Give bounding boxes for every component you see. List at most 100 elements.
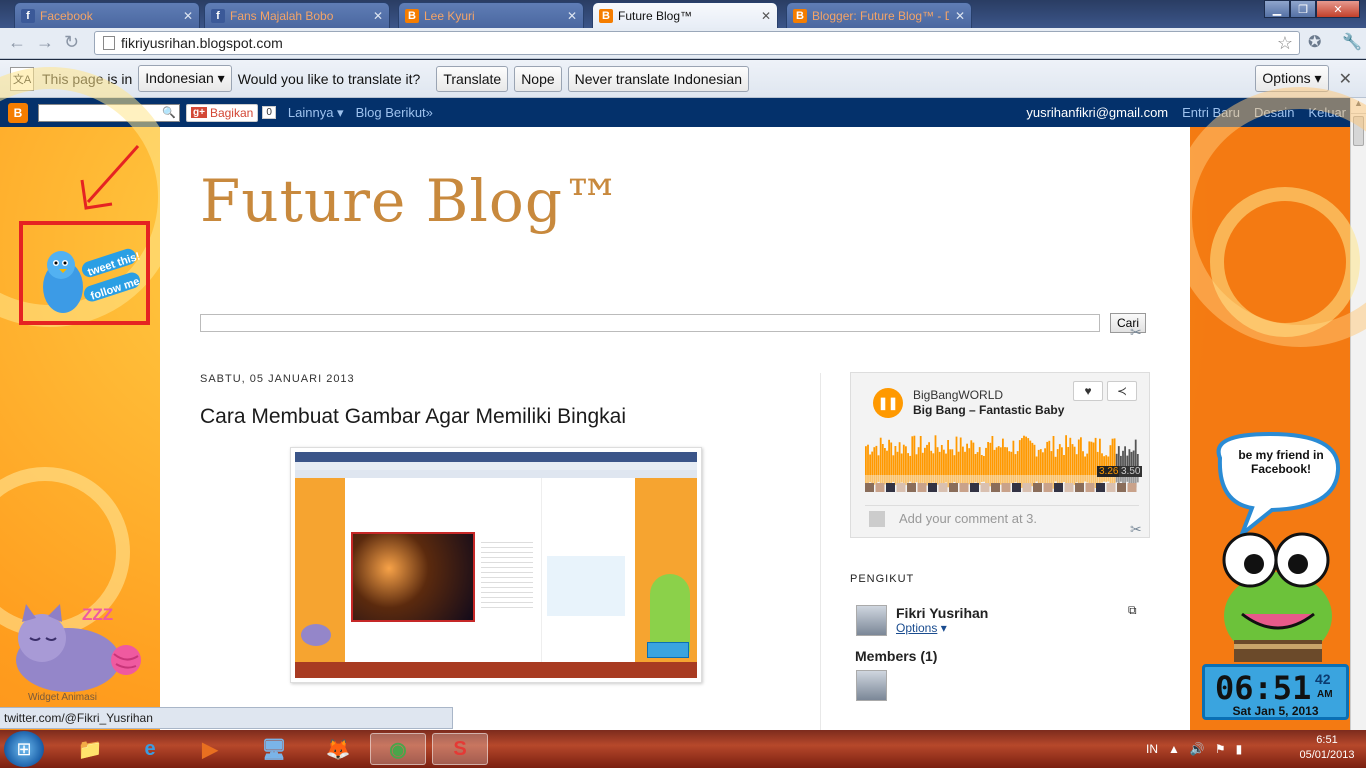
player-artist[interactable]: BigBangWORLD bbox=[913, 388, 1003, 402]
favicon-icon: B bbox=[599, 8, 613, 23]
favicon-icon: B bbox=[793, 8, 807, 23]
network-icon[interactable]: ▮ bbox=[1236, 742, 1243, 756]
system-tray: IN ▲ 🔊 ⚑ ▮ bbox=[1146, 730, 1242, 768]
taskbar: ⊞ 📁 e ▶ 🖥 🦊 ◉ S IN ▲ 🔊 ⚑ ▮ 6:51 05/01/2013 bbox=[0, 730, 1366, 768]
network-app-icon: 🖥 bbox=[261, 738, 287, 761]
volume-icon[interactable]: 🔊 bbox=[1190, 742, 1205, 756]
tab-title: Lee Kyuri bbox=[424, 8, 475, 23]
forward-arrow-icon[interactable]: → bbox=[36, 32, 54, 53]
media-player-icon: ▶ bbox=[202, 738, 218, 761]
tray-arrow-icon[interactable]: ▲ bbox=[1168, 742, 1180, 756]
next-blog-link[interactable]: Blog Berikut» bbox=[356, 105, 433, 120]
tab-strip: f Facebook ✕ f Fans Majalah Bobo ✕ B Lee Kyuri ✕… bbox=[0, 0, 1366, 28]
extension-icon[interactable]: ✪ bbox=[1308, 32, 1321, 52]
post-screenshot-image[interactable] bbox=[290, 447, 702, 683]
player-track[interactable]: Big Bang – Fantastic Baby bbox=[913, 403, 1064, 417]
post-title[interactable]: Cara Membuat Gambar Agar Memiliki Bingka… bbox=[200, 405, 626, 429]
bookmark-star-icon[interactable]: ☆ bbox=[1277, 33, 1293, 54]
taskbar-firefox[interactable]: 🦊 bbox=[310, 733, 366, 765]
user-icon bbox=[869, 510, 885, 527]
tab-2[interactable]: B Lee Kyuri ✕ bbox=[398, 2, 584, 28]
share-button[interactable]: g+ Bagikan bbox=[186, 103, 259, 122]
back-arrow-icon[interactable]: ← bbox=[8, 32, 26, 53]
never-translate-button[interactable]: Never translate Indonesian bbox=[567, 65, 749, 92]
taskbar-media-player[interactable]: ▶ bbox=[182, 733, 238, 765]
blog-content: Future Blog™ Cari ✂ SABTU, 05 JANUARI 20… bbox=[160, 127, 1190, 730]
members-label: Members (1) bbox=[855, 648, 938, 664]
popout-icon[interactable]: ⧉ bbox=[1128, 603, 1137, 618]
tab-1[interactable]: f Fans Majalah Bobo ✕ bbox=[204, 2, 390, 28]
tab-close-icon[interactable]: ✕ bbox=[373, 9, 383, 23]
tab-0[interactable]: f Facebook ✕ bbox=[14, 2, 200, 28]
translate-button[interactable]: Translate bbox=[436, 65, 509, 92]
taskbar-chrome[interactable]: ◉ bbox=[370, 733, 426, 765]
column-divider bbox=[820, 373, 821, 730]
minimize-button[interactable]: ▁ bbox=[1264, 0, 1290, 18]
follower-options[interactable]: Options ▾ bbox=[896, 621, 947, 635]
search-icon[interactable]: 🔍 bbox=[162, 106, 176, 119]
language-select[interactable]: Indonesian ▾ bbox=[138, 65, 232, 92]
tab-close-icon[interactable]: ✕ bbox=[955, 9, 965, 23]
twitter-bird-icon: tweet this! follow me bbox=[43, 248, 142, 313]
firefox-icon: 🦊 bbox=[325, 738, 351, 761]
follower-name[interactable]: Fikri Yusrihan bbox=[896, 605, 988, 621]
tab-close-icon[interactable]: ✕ bbox=[761, 9, 771, 23]
like-button[interactable]: ♥ bbox=[1073, 381, 1103, 401]
favicon-icon: f bbox=[21, 8, 35, 23]
date-header: SABTU, 05 JANUARI 2013 bbox=[200, 373, 355, 385]
taskbar-clock[interactable]: 6:51 05/01/2013 bbox=[1296, 733, 1358, 763]
player-comment-input[interactable]: Add your comment at 3. bbox=[865, 505, 1139, 531]
translate-question: Would you like to translate it? bbox=[237, 70, 421, 87]
address-bar[interactable]: fikriyusrihan.blogspot.com ☆ bbox=[94, 31, 1300, 55]
tab-close-icon[interactable]: ✕ bbox=[567, 9, 577, 23]
avatar[interactable] bbox=[856, 670, 887, 701]
wrench-menu-icon[interactable]: 🔧 bbox=[1342, 32, 1362, 52]
music-player-widget: ❚❚ BigBangWORLD Big Bang – Fantastic Bab… bbox=[850, 372, 1150, 538]
edit-tools-icon[interactable]: ✂ bbox=[1130, 324, 1142, 341]
keroppi-widget[interactable]: be my friend in Facebook! bbox=[1200, 430, 1348, 670]
close-icon[interactable]: ✕ bbox=[1339, 69, 1352, 89]
language-indicator[interactable]: IN bbox=[1146, 742, 1158, 756]
svg-text:ZZZ: ZZZ bbox=[82, 605, 113, 624]
nope-button[interactable]: Nope bbox=[514, 65, 562, 92]
maximize-button[interactable]: ❐ bbox=[1290, 0, 1316, 18]
more-menu[interactable]: Lainnya ▾ bbox=[288, 105, 344, 121]
account-email[interactable]: yusrihanfikri@gmail.com bbox=[1026, 105, 1168, 120]
favicon-icon: f bbox=[211, 8, 225, 23]
close-window-button[interactable]: ✕ bbox=[1316, 0, 1360, 18]
taskbar-corel[interactable]: S bbox=[432, 733, 488, 765]
page-icon bbox=[103, 36, 115, 50]
start-button[interactable]: ⊞ bbox=[4, 731, 44, 767]
chrome-icon: ◉ bbox=[389, 738, 407, 761]
blog-title[interactable]: Future Blog™ bbox=[200, 167, 622, 235]
facebook-bubble-text[interactable]: be my friend in Facebook! bbox=[1228, 448, 1334, 476]
share-count: 0 bbox=[262, 106, 276, 119]
taskbar-explorer[interactable]: 📁 bbox=[62, 733, 118, 765]
clock-date: Sat Jan 5, 2013 bbox=[1232, 704, 1319, 718]
clock-time: 06:51 bbox=[1215, 669, 1312, 707]
tab-title: Blogger: Future Blog™ - D bbox=[812, 8, 949, 23]
taskbar-internet-explorer[interactable]: e bbox=[122, 733, 178, 765]
blog-search-input[interactable] bbox=[200, 314, 1100, 332]
status-bar: twitter.com/@Fikri_Yusrihan bbox=[0, 707, 453, 729]
tab-3[interactable]: B Future Blog™ ✕ bbox=[592, 2, 778, 28]
browser-toolbar: ← → ↻ fikriyusrihan.blogspot.com ☆ ✪ 🔧 bbox=[0, 28, 1366, 59]
share-player-button[interactable]: ≺ bbox=[1107, 381, 1137, 401]
player-time-current: 3.26 bbox=[1097, 466, 1121, 477]
edit-tools-icon[interactable]: ✂ bbox=[1130, 521, 1142, 538]
pause-button[interactable]: ❚❚ bbox=[873, 388, 903, 418]
corel-icon: S bbox=[453, 737, 467, 760]
heart-icon: ♥ bbox=[1084, 384, 1092, 398]
clock-ampm: AM bbox=[1317, 689, 1333, 700]
tweet-widget[interactable]: tweet this! follow me bbox=[19, 221, 150, 325]
reload-icon[interactable]: ↻ bbox=[64, 32, 79, 53]
sleeping-cat-icon: ZZZ Widget Animasi bbox=[16, 604, 141, 703]
tab-close-icon[interactable]: ✕ bbox=[183, 9, 193, 23]
tab-title: Facebook bbox=[40, 8, 93, 23]
taskbar-network-app[interactable]: 🖥 bbox=[246, 733, 302, 765]
tab-4[interactable]: B Blogger: Future Blog™ - D ✕ bbox=[786, 2, 972, 28]
flag-icon[interactable]: ⚑ bbox=[1215, 742, 1226, 756]
tab-title: Future Blog™ bbox=[618, 8, 693, 23]
avatar[interactable] bbox=[856, 605, 887, 636]
favicon-icon: B bbox=[405, 8, 419, 23]
